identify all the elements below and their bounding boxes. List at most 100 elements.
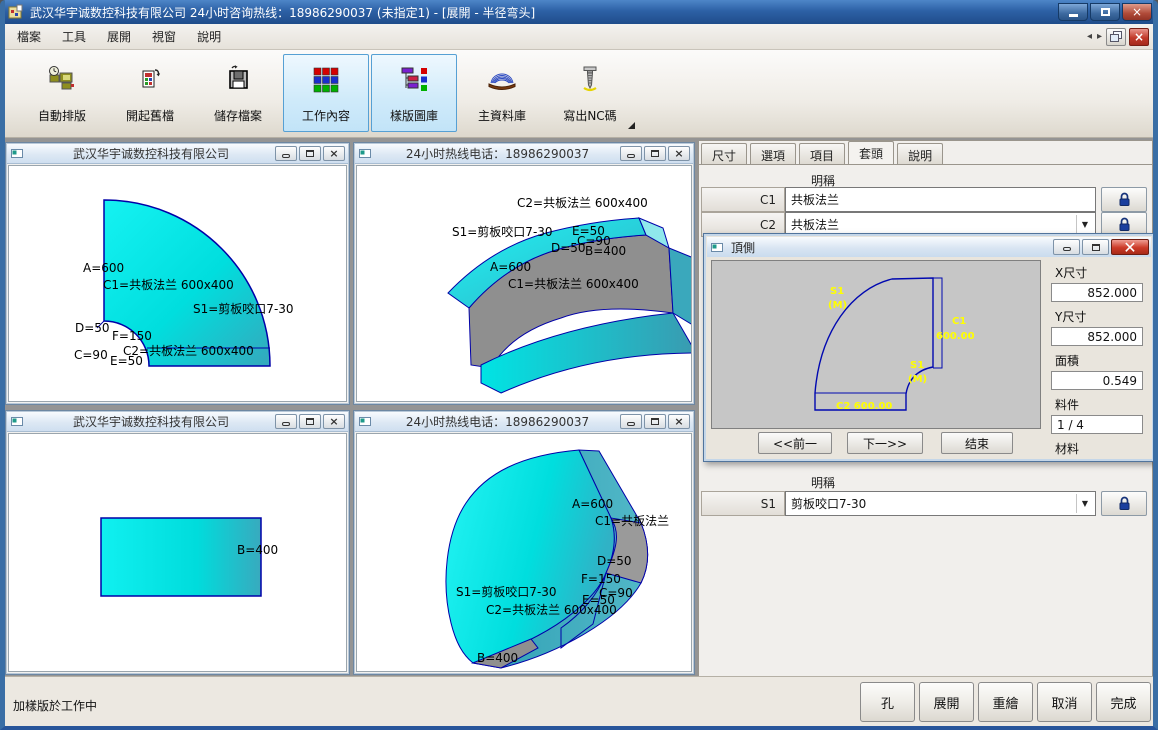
drawing-label: D=50: [551, 242, 586, 255]
toolbar-button-work-content[interactable]: 工作內容: [283, 54, 369, 132]
tab-description[interactable]: 說明: [897, 143, 943, 164]
tab-items[interactable]: 項目: [799, 143, 845, 164]
chevron-down-icon[interactable]: ▼: [1076, 215, 1093, 234]
child-minimize-button[interactable]: [620, 414, 642, 429]
child-close-button[interactable]: ×: [668, 414, 690, 429]
menu-file[interactable]: 檔案: [8, 24, 50, 49]
child-close-button[interactable]: ×: [668, 146, 690, 161]
panel-tabs: 尺寸 選項 項目 套頭 說明: [701, 141, 946, 164]
tab-options[interactable]: 選項: [750, 143, 796, 164]
y-size-field[interactable]: 852.000: [1051, 327, 1143, 346]
cancel-button[interactable]: 取消: [1037, 682, 1092, 722]
row-c1-lock-button[interactable]: [1101, 187, 1147, 212]
iso-view-drawing: C2=共板法兰 600x400S1=剪板咬口7-30E=50C=90D=50B=…: [356, 165, 692, 402]
child-titlebar[interactable]: 24小时热线电话：18986290037 ×: [355, 144, 693, 164]
child-restore-button[interactable]: [299, 414, 321, 429]
drawing-label: C=90: [74, 349, 108, 362]
restore-icon: [651, 150, 659, 157]
minimize-button[interactable]: [1058, 3, 1088, 21]
menubar: 檔案 工具 展開 視窗 說明 ◂ ▸ ×: [5, 24, 1153, 50]
toolbar-button-auto-nest[interactable]: 自動排版: [19, 54, 105, 132]
nav-forward-icon[interactable]: ▸: [1096, 31, 1103, 42]
drawing-label: S1: [830, 286, 844, 297]
dialog-close-button[interactable]: ✕: [1111, 239, 1149, 255]
child-minimize-button[interactable]: [275, 146, 297, 161]
restore-windows-icon: [1110, 31, 1122, 42]
part-field[interactable]: 1 / 4: [1051, 415, 1143, 434]
row-c1-field[interactable]: 共板法兰: [785, 187, 1096, 212]
toolbar-button-template-library[interactable]: 樣版圖庫: [371, 54, 457, 132]
child-close-button[interactable]: ×: [323, 414, 345, 429]
toolbar-label: 工作內容: [302, 107, 350, 124]
unfold-button[interactable]: 展開: [919, 682, 974, 722]
area-field[interactable]: 0.549: [1051, 371, 1143, 390]
end-button[interactable]: 结束: [941, 432, 1013, 454]
template-library-icon: [400, 63, 428, 97]
drawing-label: S1=剪板咬口7-30: [193, 303, 294, 316]
maximize-button[interactable]: [1090, 3, 1120, 21]
iso-view-2-shape: [357, 434, 692, 672]
dialog-minimize-button[interactable]: [1053, 239, 1080, 255]
child-restore-button[interactable]: [1106, 28, 1126, 46]
child-minimize-button[interactable]: [620, 146, 642, 161]
redraw-button[interactable]: 重繪: [978, 682, 1033, 722]
row-s1-value: 剪板咬口7-30: [791, 495, 866, 512]
tab-size[interactable]: 尺寸: [701, 143, 747, 164]
open-file-icon: [135, 63, 165, 97]
child-restore-button[interactable]: [644, 414, 666, 429]
dialog-restore-button[interactable]: [1082, 239, 1109, 255]
child-restore-button[interactable]: [644, 146, 666, 161]
next-button[interactable]: 下一>>: [847, 432, 923, 454]
menu-unfold[interactable]: 展開: [98, 24, 140, 49]
preview-dialog: 頂側 ✕ S1(M)C1600.00S1(M)C2 600.00 X尺寸 852…: [703, 233, 1155, 462]
save-file-icon: [223, 63, 253, 97]
child-minimize-button[interactable]: [275, 414, 297, 429]
menu-tools[interactable]: 工具: [53, 24, 95, 49]
child-titlebar[interactable]: 武汉华宇诚数控科技有限公司 ×: [7, 412, 348, 432]
row-c1: C1 共板法兰: [701, 187, 1147, 212]
minimize-icon: [1069, 14, 1078, 17]
close-button[interactable]: ×: [1122, 3, 1152, 21]
child-titlebar[interactable]: 武汉华宇诚数控科技有限公司 ×: [7, 144, 348, 164]
drawing-label: C1=共板法兰: [595, 515, 669, 528]
toolbar-button-save-file[interactable]: 儲存檔案: [195, 54, 281, 132]
toolbar-label: 主資料庫: [478, 107, 526, 124]
dialog-titlebar[interactable]: 頂側 ✕: [707, 237, 1151, 257]
child-restore-button[interactable]: [299, 146, 321, 161]
row-c1-key: C1: [701, 187, 785, 212]
drawing-label: A=600: [572, 498, 613, 511]
action-buttons: 孔 展開 重繪 取消 完成: [860, 682, 1151, 722]
tab-collar[interactable]: 套頭: [848, 141, 894, 164]
nav-back-icon[interactable]: ◂: [1086, 31, 1093, 42]
child-close-button[interactable]: ×: [323, 146, 345, 161]
auto-nest-icon: [47, 63, 77, 97]
row-s1-key: S1: [701, 491, 785, 516]
restore-icon: [1092, 244, 1100, 251]
child-titlebar[interactable]: 24小时热线电话：18986290037 ×: [355, 412, 693, 432]
toolbar-button-write-nc[interactable]: 寫出NC碼: [547, 54, 633, 132]
row-s1-lock-button[interactable]: [1101, 491, 1147, 516]
drawing-label: B=400: [237, 544, 278, 557]
drawing-label: 600.00: [936, 331, 975, 342]
hole-button[interactable]: 孔: [860, 682, 915, 722]
drawing-label: (M): [828, 300, 847, 311]
child-window-icon: [359, 149, 371, 158]
finish-button[interactable]: 完成: [1096, 682, 1151, 722]
toolbar-button-main-database[interactable]: 主資料庫: [459, 54, 545, 132]
menu-window[interactable]: 視窗: [143, 24, 185, 49]
restore-icon: [306, 150, 314, 157]
drawing-label: A=600: [83, 262, 124, 275]
child-close-button[interactable]: ×: [1129, 28, 1149, 46]
close-icon: ×: [674, 416, 683, 427]
toolbar-overflow-icon[interactable]: [628, 122, 635, 129]
previous-button[interactable]: <<前一: [758, 432, 832, 454]
lock-icon: [1118, 192, 1131, 207]
rectangle-drawing: B=400: [8, 433, 347, 672]
chevron-down-icon[interactable]: ▼: [1076, 494, 1093, 513]
toolbar-label: 開起舊檔: [126, 107, 174, 124]
toolbar-button-open-file[interactable]: 開起舊檔: [107, 54, 193, 132]
menu-help[interactable]: 說明: [188, 24, 230, 49]
toolbar-label: 寫出NC碼: [563, 107, 616, 124]
row-s1-combobox[interactable]: 剪板咬口7-30 ▼: [785, 491, 1096, 516]
x-size-field[interactable]: 852.000: [1051, 283, 1143, 302]
